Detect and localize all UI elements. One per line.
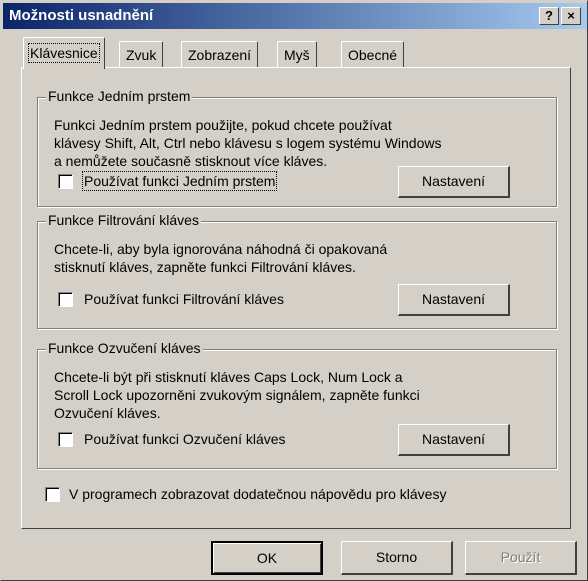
tab-label: Zobrazení bbox=[188, 47, 252, 63]
filterkeys-settings-button[interactable]: Nastavení bbox=[398, 284, 510, 316]
tab-general[interactable]: Obecné bbox=[341, 41, 405, 68]
group-description: Chcete-li být při stisknutí kláves Caps … bbox=[54, 368, 534, 422]
help-button[interactable]: ? bbox=[539, 7, 559, 25]
close-icon: × bbox=[567, 8, 575, 23]
stickykeys-settings-button[interactable]: Nastavení bbox=[398, 166, 510, 198]
group-description: Funkci Jedním prstem použijte, pokud chc… bbox=[54, 116, 534, 170]
stickykeys-checkbox-label[interactable]: Používat funkci Jedním prstem bbox=[81, 171, 278, 191]
stickykeys-group: Funkce Jedním prstem Funkci Jedním prste… bbox=[37, 88, 557, 207]
tab-label: Klávesnice bbox=[28, 43, 100, 63]
tab-keyboard[interactable]: Klávesnice bbox=[23, 37, 105, 69]
description-line: Scroll Lock upozorněni zvukovým signálem… bbox=[54, 387, 420, 403]
apply-button[interactable]: Použít bbox=[465, 541, 577, 575]
group-title: Funkce Filtrování kláves bbox=[46, 212, 201, 228]
togglekeys-checkbox[interactable] bbox=[58, 432, 73, 447]
description-line: Funkci Jedním prstem použijte, pokud chc… bbox=[54, 117, 392, 133]
description-line: Chcete-li, aby byla ignorována náhodná č… bbox=[54, 241, 388, 257]
tab-display[interactable]: Zobrazení bbox=[181, 41, 259, 68]
description-line: Chcete-li být při stisknutí kláves Caps … bbox=[54, 369, 403, 385]
description-line: stisknutí kláves, zapněte funkci Filtrov… bbox=[54, 259, 356, 275]
togglekeys-group: Funkce Ozvučení kláves Chcete-li být při… bbox=[37, 340, 557, 469]
togglekeys-checkbox-label[interactable]: Používat funkci Ozvučení kláves bbox=[84, 431, 286, 447]
group-title: Funkce Jedním prstem bbox=[46, 88, 193, 104]
tab-sound[interactable]: Zvuk bbox=[119, 41, 164, 68]
tab-label: Zvuk bbox=[126, 47, 157, 63]
group-title: Funkce Ozvučení kláves bbox=[46, 340, 203, 356]
description-line: Ozvučení kláves. bbox=[54, 405, 161, 421]
cancel-button[interactable]: Storno bbox=[341, 541, 453, 575]
filterkeys-group: Funkce Filtrování kláves Chcete-li, aby … bbox=[37, 212, 557, 329]
close-button[interactable]: × bbox=[561, 7, 581, 25]
stickykeys-checkbox[interactable] bbox=[58, 174, 73, 189]
accessibility-options-dialog: Možnosti usnadnění ? × Klávesnice Zvuk Z… bbox=[0, 0, 588, 581]
extra-keyboard-help-label[interactable]: V programech zobrazovat dodatečnou nápov… bbox=[69, 486, 446, 502]
help-icon: ? bbox=[545, 8, 553, 23]
group-description: Chcete-li, aby byla ignorována náhodná č… bbox=[54, 240, 534, 276]
title-bar[interactable]: Možnosti usnadnění ? × bbox=[3, 3, 587, 29]
ok-button[interactable]: OK bbox=[211, 541, 323, 575]
filterkeys-checkbox-label[interactable]: Používat funkci Filtrování kláves bbox=[84, 291, 284, 307]
filterkeys-checkbox[interactable] bbox=[58, 292, 73, 307]
extra-keyboard-help-checkbox[interactable] bbox=[45, 487, 60, 502]
togglekeys-settings-button[interactable]: Nastavení bbox=[398, 424, 510, 456]
tab-label: Obecné bbox=[348, 47, 398, 63]
tab-mouse[interactable]: Myš bbox=[277, 41, 317, 68]
description-line: klávesy Shift, Alt, Ctrl nebo klávesu s … bbox=[54, 135, 442, 151]
window-title: Možnosti usnadnění bbox=[9, 7, 154, 24]
tab-label: Myš bbox=[284, 47, 310, 63]
